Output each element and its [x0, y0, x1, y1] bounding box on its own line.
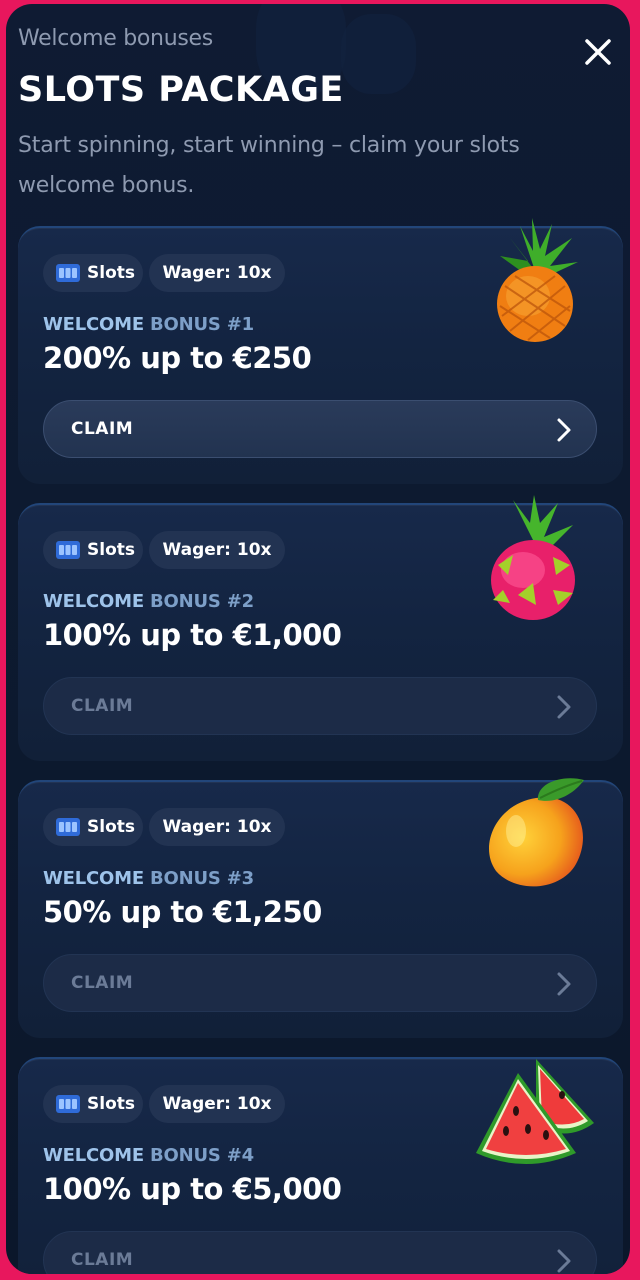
- claim-button[interactable]: CLAIM: [43, 677, 597, 735]
- dragon-fruit-icon: [491, 495, 575, 620]
- bonus-amount: 200% up to €250: [43, 341, 312, 375]
- category-badge: Slots: [43, 808, 143, 846]
- category-label: Slots: [87, 263, 135, 283]
- claim-button[interactable]: CLAIM: [43, 954, 597, 1012]
- watermelon-icon: [476, 1059, 594, 1164]
- category-badge: Slots: [43, 531, 143, 569]
- bonus-modal: Welcome bonuses SLOTS PACKAGE Start spin…: [6, 4, 630, 1274]
- bonus-card-3: Slots Wager: 10x WELCOME BONUS #3 50% up…: [18, 778, 623, 1038]
- claim-button[interactable]: CLAIM: [43, 1231, 597, 1274]
- category-badge: Slots: [43, 254, 143, 292]
- eyebrow-text: Welcome bonuses: [18, 26, 213, 51]
- bonus-card-4: Slots Wager: 10x WELCOME BONUS #4 100% u…: [18, 1057, 623, 1274]
- bonus-number-prefix: WELCOME: [43, 314, 144, 335]
- bonus-card-1: Slots Wager: 10x WELCOME BONUS #1 200% u…: [18, 218, 623, 484]
- claim-label: CLAIM: [71, 696, 134, 716]
- bonus-number: WELCOME BONUS #3: [43, 868, 254, 889]
- page-subtitle: Start spinning, start winning – claim yo…: [18, 133, 520, 198]
- wager-badge: Wager: 10x: [149, 254, 285, 292]
- bonus-amount: 50% up to €1,250: [43, 895, 322, 929]
- bonus-number-prefix: WELCOME: [43, 1145, 144, 1166]
- claim-button[interactable]: CLAIM: [43, 400, 597, 458]
- wager-badge: Wager: 10x: [149, 1085, 285, 1123]
- category-label: Slots: [87, 540, 135, 560]
- bonus-amount: 100% up to €5,000: [43, 1172, 342, 1206]
- wager-badge: Wager: 10x: [149, 808, 285, 846]
- bonus-number: WELCOME BONUS #1: [43, 314, 254, 335]
- bonus-number: WELCOME BONUS #2: [43, 591, 254, 612]
- wager-badge: Wager: 10x: [149, 531, 285, 569]
- bonus-number-suffix: BONUS #4: [150, 1145, 254, 1166]
- chevron-right-icon: [557, 695, 571, 719]
- bonus-number: WELCOME BONUS #4: [43, 1145, 254, 1166]
- claim-label: CLAIM: [71, 419, 134, 439]
- bonus-number-prefix: WELCOME: [43, 868, 144, 889]
- category-label: Slots: [87, 817, 135, 837]
- chevron-right-icon: [557, 972, 571, 996]
- close-icon[interactable]: [580, 34, 616, 70]
- page-title: SLOTS PACKAGE: [18, 70, 344, 110]
- slot-machine-icon: [56, 264, 80, 282]
- bonus-number-suffix: BONUS #2: [150, 591, 254, 612]
- bonus-number-prefix: WELCOME: [43, 591, 144, 612]
- bonus-card-2: Slots Wager: 10x WELCOME BONUS #2 100% u…: [18, 495, 623, 761]
- slot-machine-icon: [56, 1095, 80, 1113]
- category-label: Slots: [87, 1094, 135, 1114]
- background-decoration: [341, 14, 416, 94]
- chevron-right-icon: [557, 1249, 571, 1273]
- claim-label: CLAIM: [71, 1250, 134, 1270]
- category-badge: Slots: [43, 1085, 143, 1123]
- pineapple-icon: [497, 218, 578, 342]
- bonus-amount: 100% up to €1,000: [43, 618, 342, 652]
- claim-label: CLAIM: [71, 973, 134, 993]
- slot-machine-icon: [56, 541, 80, 559]
- slot-machine-icon: [56, 818, 80, 836]
- chevron-right-icon: [557, 418, 571, 442]
- mango-icon: [489, 778, 584, 887]
- bonus-number-suffix: BONUS #3: [150, 868, 254, 889]
- bonus-number-suffix: BONUS #1: [150, 314, 254, 335]
